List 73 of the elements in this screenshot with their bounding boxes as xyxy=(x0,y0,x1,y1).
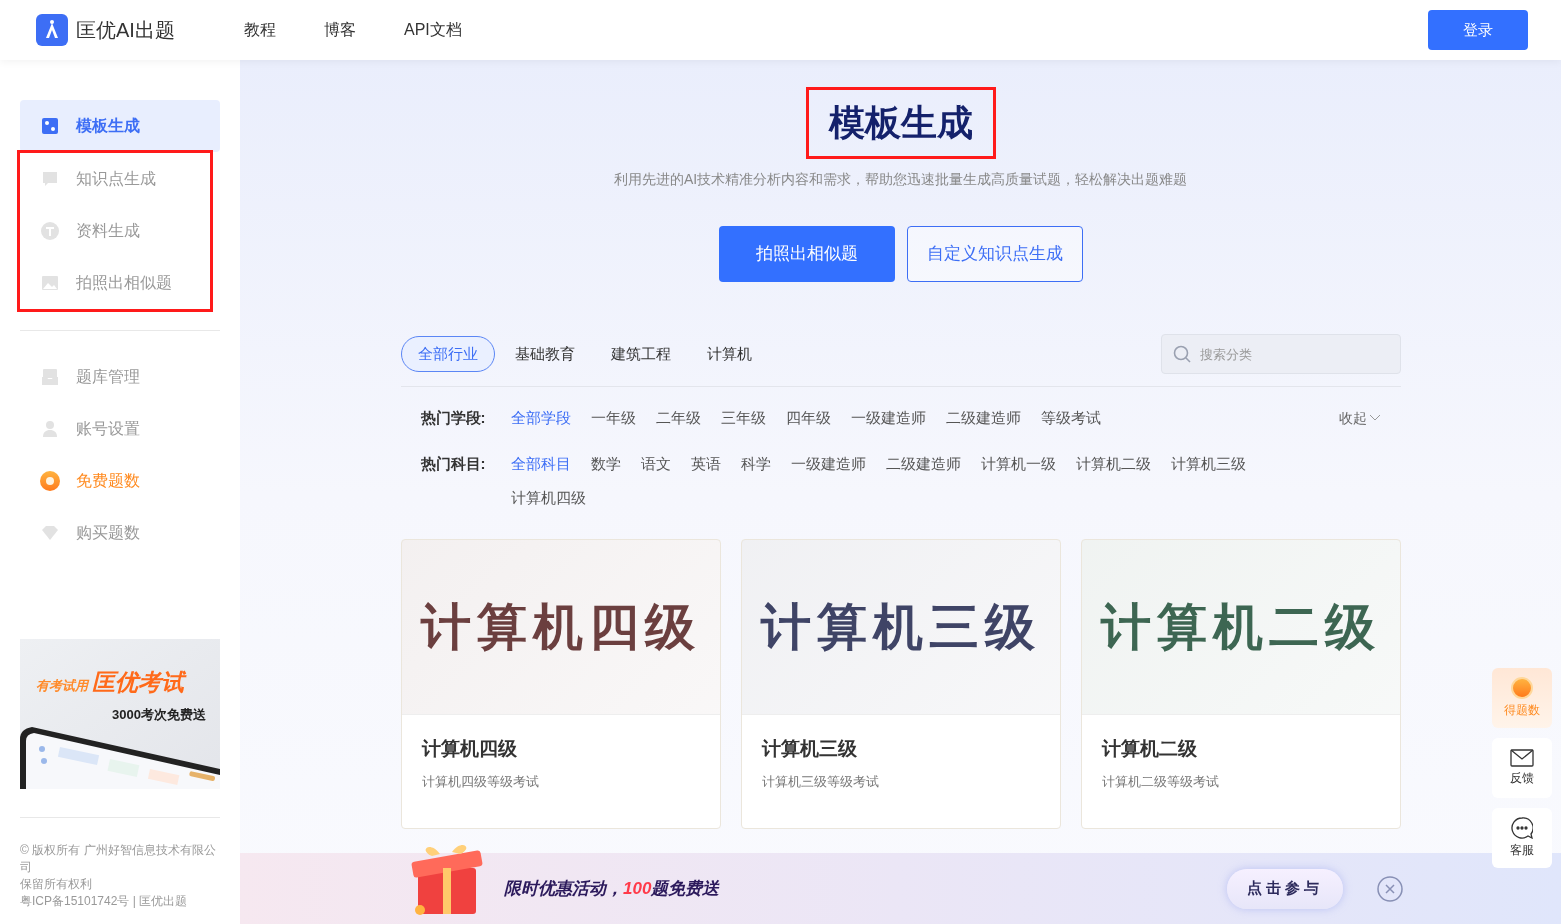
promo-banner[interactable]: 有考试用 匡优考试 3000考次免费送 xyxy=(20,639,220,789)
card-description: 计算机二级等级考试 xyxy=(1101,772,1220,791)
filter-option[interactable]: 等级考试 xyxy=(1040,407,1101,429)
filter-option[interactable]: 计算机一级 xyxy=(980,453,1056,475)
filter-option[interactable]: 四年级 xyxy=(785,407,831,429)
page-title: 模板生成 xyxy=(805,87,996,159)
sidebar-item[interactable]: 模板生成 xyxy=(20,100,220,152)
float-button[interactable]: 客服 xyxy=(1492,808,1552,868)
nav-link[interactable]: 教程 xyxy=(244,18,276,42)
filter-option[interactable]: 英语 xyxy=(690,453,721,475)
chat-bubble-icon xyxy=(40,169,60,189)
industry-tab[interactable]: 基础教育 xyxy=(498,336,591,372)
filter-option[interactable]: 全部学段 xyxy=(510,407,571,429)
image-icon xyxy=(40,273,60,293)
logo-icon xyxy=(36,14,68,46)
cover-title: 计算机三级 xyxy=(760,597,1041,657)
card-title: 计算机二级 xyxy=(1101,737,1198,761)
close-icon[interactable] xyxy=(1377,875,1403,902)
industry-tab[interactable]: 全部行业 xyxy=(400,336,495,372)
tray-icon xyxy=(40,367,60,387)
login-button[interactable]: 登录 xyxy=(1428,10,1528,50)
ai-coin-icon xyxy=(1511,677,1533,699)
filter-label: 热门科目: xyxy=(420,454,487,474)
card-description: 计算机三级等级考试 xyxy=(761,772,880,791)
join-button[interactable]: 点击参与 xyxy=(1227,868,1343,909)
filter-option[interactable]: 计算机四级 xyxy=(510,487,586,509)
card-title: 计算机三级 xyxy=(761,737,858,761)
card-description: 计算机四级等级考试 xyxy=(421,772,540,791)
ai-coin-icon xyxy=(40,471,60,491)
primary-button[interactable]: 拍照出相似题 xyxy=(718,226,895,282)
card-title: 计算机四级 xyxy=(421,737,518,761)
brand-name: 匡优AI出题 xyxy=(76,18,175,43)
filter-option[interactable]: 一级建造师 xyxy=(790,453,866,475)
filter-label: 热门学段: xyxy=(420,408,487,428)
template-icon xyxy=(40,116,60,136)
chevron-down-icon xyxy=(1368,414,1381,422)
filter-option[interactable]: 二级建造师 xyxy=(945,407,1021,429)
search-icon xyxy=(1172,345,1191,363)
promo-tagline: 有考试用 xyxy=(36,677,88,695)
footer-text: © 版权所有 广州好智信息技术有限公司 xyxy=(20,842,217,876)
footer-text: 保留所有权利 xyxy=(20,876,93,893)
mail-icon xyxy=(1510,749,1534,767)
nav-link[interactable]: API文档 xyxy=(404,18,462,42)
filter-option[interactable]: 二级建造师 xyxy=(885,453,961,475)
footer-text: 粤ICP备15101742号 | 匡优出题 xyxy=(20,893,189,910)
exam-card[interactable]: 计算机四级 计算机四级 计算机四级等级考试 xyxy=(400,539,721,829)
cover-title: 计算机二级 xyxy=(1100,597,1381,657)
page-subtitle: 利用先进的AI技术精准分析内容和需求，帮助您迅速批量生成高质量试题，轻松解决出题难题 xyxy=(613,170,1188,189)
exam-card[interactable]: 计算机三级 计算机三级 计算机三级等级考试 xyxy=(740,539,1061,829)
nav-link[interactable]: 博客 xyxy=(324,18,356,42)
industry-tab[interactable]: 计算机 xyxy=(690,336,768,372)
cover-title: 计算机四级 xyxy=(420,597,701,657)
promo-offer: 3000考次免费送 xyxy=(112,706,206,724)
filter-option[interactable]: 全部科目 xyxy=(510,453,571,475)
filter-option[interactable]: 计算机二级 xyxy=(1075,453,1151,475)
filter-option[interactable]: 二年级 xyxy=(655,407,701,429)
filter-option[interactable]: 科学 xyxy=(740,453,771,475)
promo-text: 限时优惠活动，100题免费送 xyxy=(504,877,720,900)
outline-button[interactable]: 自定义知识点生成 xyxy=(906,226,1083,282)
filter-option[interactable]: 语文 xyxy=(640,453,671,475)
collapse-toggle[interactable]: 收起 xyxy=(1338,407,1381,429)
person-icon xyxy=(40,419,60,439)
filter-option[interactable]: 数学 xyxy=(590,453,621,475)
chat-icon xyxy=(1511,817,1533,839)
float-button[interactable]: 反馈 xyxy=(1492,738,1552,798)
exam-card[interactable]: 计算机二级 计算机二级 计算机二级等级考试 xyxy=(1080,539,1401,829)
filter-option[interactable]: 一年级 xyxy=(590,407,636,429)
filter-option[interactable]: 一级建造师 xyxy=(850,407,926,429)
filter-option[interactable]: 三年级 xyxy=(720,407,766,429)
letter-t-circle-icon xyxy=(40,221,60,241)
search-field[interactable]: 搜索分类 xyxy=(1160,334,1401,374)
industry-tab[interactable]: 建筑工程 xyxy=(594,336,687,372)
filter-option[interactable]: 计算机三级 xyxy=(1170,453,1246,475)
